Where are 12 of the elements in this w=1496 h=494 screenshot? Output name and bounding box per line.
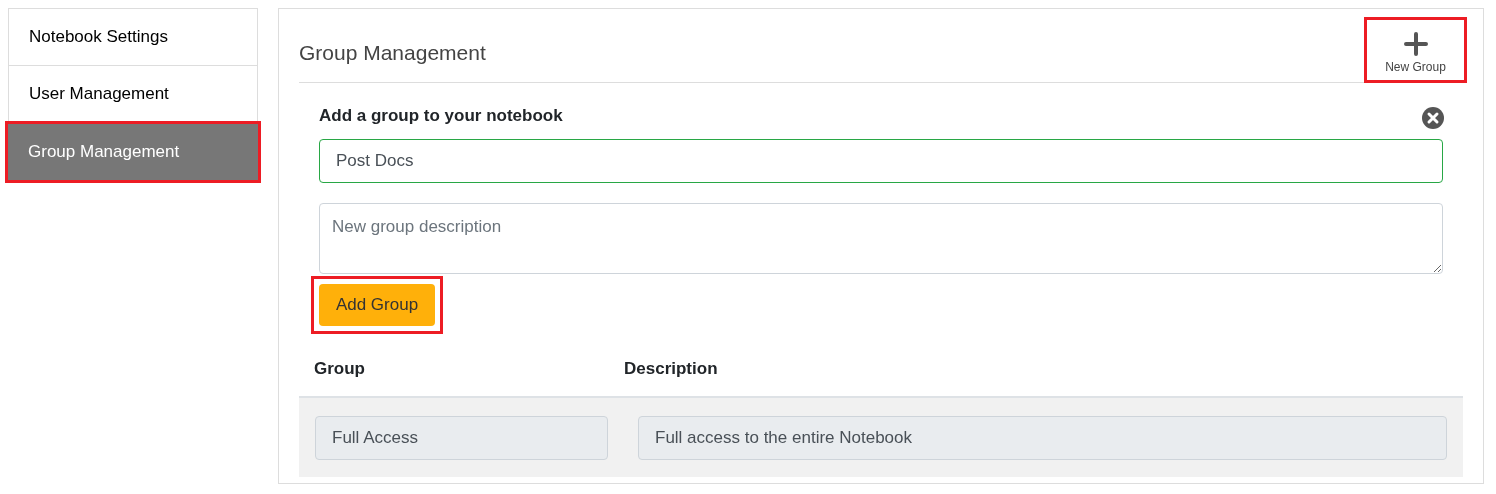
add-group-button[interactable]: Add Group xyxy=(319,284,435,326)
column-header: Description xyxy=(624,358,718,381)
group-description-field[interactable]: New group description xyxy=(319,203,1443,274)
plus-icon xyxy=(1403,32,1428,56)
sidebar-item[interactable]: Group Management xyxy=(8,124,258,180)
table-cell: Full Access xyxy=(315,415,608,460)
table-cell: Full access to the entire Notebook xyxy=(638,415,1447,460)
close-icon[interactable] xyxy=(1422,107,1444,129)
group-name-field[interactable]: Post Docs xyxy=(319,139,1443,183)
form-heading: Add a group to your notebook xyxy=(319,105,563,128)
column-header: Group xyxy=(313,358,366,381)
panel-title: Group Management xyxy=(299,39,486,66)
